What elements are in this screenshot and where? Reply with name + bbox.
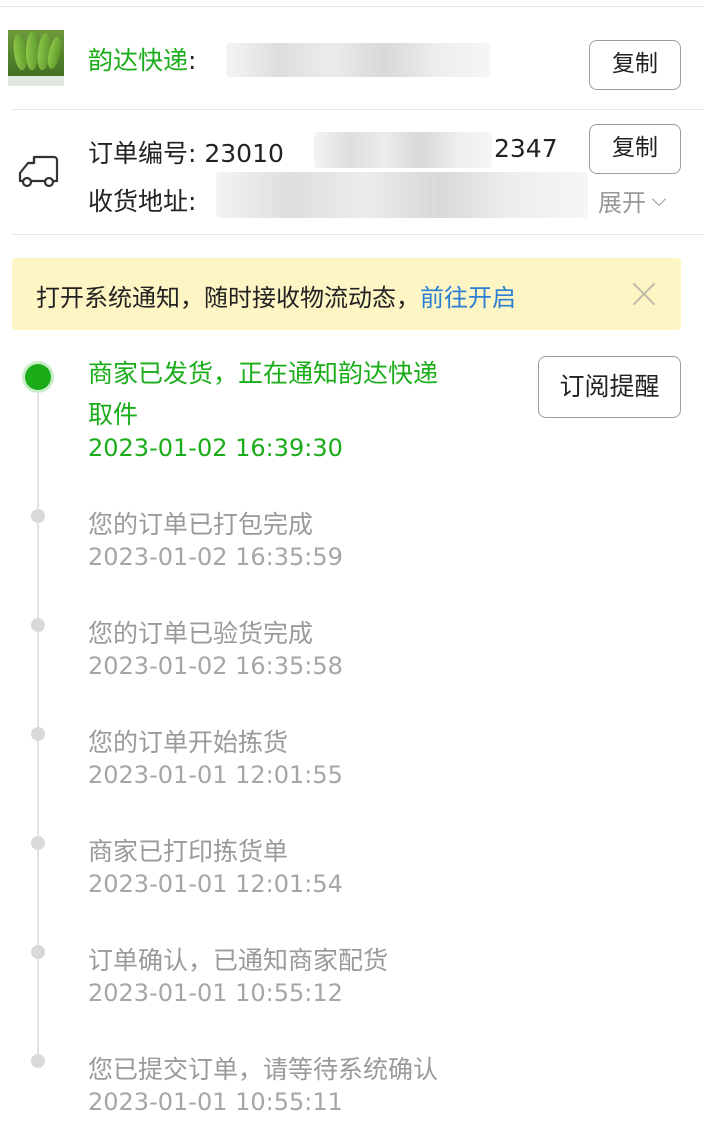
timeline-dot	[31, 509, 45, 523]
timeline-dot	[31, 618, 45, 632]
expand-address-button[interactable]: 展开	[598, 183, 667, 218]
enable-notifications-link[interactable]: 前往开启	[420, 284, 516, 312]
courier-name-text: 韵达快递	[88, 46, 189, 75]
event-time: 2023-01-02 16:35:59	[88, 543, 343, 571]
address-redacted	[216, 172, 588, 218]
courier-row: 韵达快递: 复制	[0, 7, 704, 109]
row-divider	[12, 234, 704, 235]
address-label: 收货地址:	[88, 187, 197, 216]
event-title: 您的订单已打包完成	[88, 510, 314, 539]
event-time: 2023-01-01 12:01:55	[88, 761, 343, 789]
event-time: 2023-01-01 10:55:11	[88, 1088, 343, 1116]
event-title: 取件	[88, 400, 139, 429]
timeline-dot	[31, 945, 45, 959]
chevron-down-icon	[651, 191, 667, 207]
courier-name: 韵达快递:	[88, 46, 197, 75]
timeline-dot	[31, 1054, 45, 1068]
event-title: 订单确认，已通知商家配货	[88, 946, 389, 975]
copy-tracking-button[interactable]: 复制	[589, 40, 681, 90]
subscribe-reminder-button[interactable]: 订阅提醒	[538, 356, 681, 418]
event-title: 您已提交订单，请等待系统确认	[88, 1055, 439, 1084]
product-thumbnail[interactable]	[8, 30, 64, 86]
event-time: 2023-01-01 12:01:54	[88, 870, 343, 898]
event-title: 商家已发货，正在通知韵达快递	[88, 359, 439, 388]
event-title: 您的订单已验货完成	[88, 619, 314, 648]
timeline-dot	[31, 836, 45, 850]
notification-banner: 打开系统通知，随时接收物流动态，前往开启	[12, 258, 681, 330]
event-title: 您的订单开始拣货	[88, 728, 289, 757]
timeline-dot	[31, 727, 45, 741]
tracking-number-redacted	[226, 43, 490, 77]
close-icon[interactable]	[629, 278, 659, 308]
event-time: 2023-01-01 10:55:12	[88, 979, 343, 1007]
order-number-suffix: 2347	[494, 134, 558, 163]
order-number-redacted	[314, 132, 492, 168]
order-number-prefix: 23010	[204, 139, 284, 168]
order-number: 订单编号: 23010	[88, 139, 284, 168]
event-title: 商家已打印拣货单	[88, 837, 289, 866]
copy-order-button[interactable]: 复制	[589, 124, 681, 174]
event-time: 2023-01-02 16:35:58	[88, 652, 343, 680]
truck-icon	[18, 155, 59, 188]
row-divider	[12, 109, 704, 110]
banner-message: 打开系统通知，随时接收物流动态，前往开启	[36, 284, 516, 312]
event-time: 2023-01-02 16:39:30	[88, 434, 343, 462]
timeline-dot-active	[25, 364, 51, 390]
